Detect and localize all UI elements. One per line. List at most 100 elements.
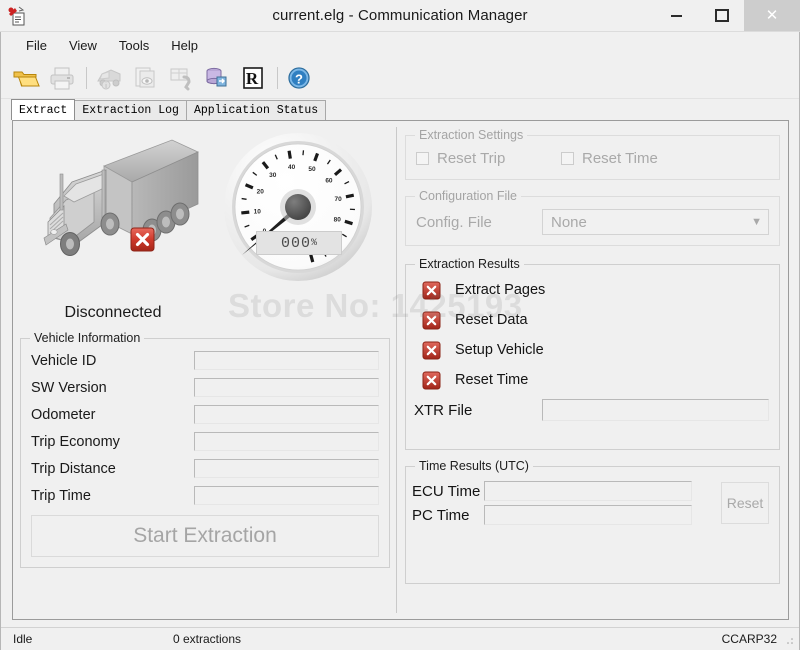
time-results-spacer <box>412 527 769 573</box>
tab-strip: Extract Extraction Log Application Statu… <box>1 99 799 120</box>
r-register-icon: R <box>239 65 267 91</box>
reset-time-result-label: Reset Time <box>455 372 528 388</box>
sw-version-field[interactable] <box>194 378 379 397</box>
chevron-down-icon: ▼ <box>751 216 762 228</box>
reset-trip-checkbox-row[interactable]: Reset Trip <box>416 150 561 167</box>
setup-vehicle-label: Setup Vehicle <box>455 342 544 358</box>
help-button[interactable]: ? <box>283 61 317 95</box>
result-row-reset-data: Reset Data <box>412 305 769 335</box>
vehicle-row-vehicle-id: Vehicle ID <box>31 347 379 374</box>
extract-pages-label: Extract Pages <box>455 282 545 298</box>
r-register-button[interactable]: R <box>236 61 270 95</box>
application-window: current.elg - Communication Manager ✕ Fi… <box>0 0 800 650</box>
right-pane: Extraction Settings Reset Trip Reset Tim… <box>397 121 788 619</box>
trip-distance-field[interactable] <box>194 459 379 478</box>
maximize-icon <box>715 9 729 22</box>
toolbar-separator-2 <box>277 67 278 89</box>
pc-time-row: PC Time <box>412 503 713 527</box>
database-transfer-icon <box>203 65 231 91</box>
tabpage-bottom-padding <box>1 620 799 627</box>
trip-economy-label: Trip Economy <box>31 434 194 450</box>
open-folder-button[interactable] <box>9 61 43 95</box>
ecu-time-label: ECU Time <box>412 483 484 500</box>
gauge-readout-value: 000 <box>281 235 311 252</box>
truck-extract-button: i <box>92 61 126 95</box>
red-x-icon <box>130 227 155 252</box>
svg-text:30: 30 <box>269 172 277 179</box>
config-file-dropdown[interactable]: None ▼ <box>542 209 769 235</box>
client-area: File View Tools Help <box>0 32 800 650</box>
vehicle-row-odometer: Odometer <box>31 401 379 428</box>
extract-pages-status-icon <box>422 281 441 300</box>
vehicle-row-trip-economy: Trip Economy <box>31 428 379 455</box>
red-x-icon <box>422 371 441 390</box>
config-file-row: Config. File None ▼ <box>416 209 769 235</box>
svg-text:40: 40 <box>288 164 296 171</box>
close-button[interactable]: ✕ <box>744 0 800 31</box>
menu-bar: File View Tools Help <box>1 32 799 58</box>
time-results-group: Time Results (UTC) ECU Time PC Time <box>405 466 780 584</box>
trip-economy-field[interactable] <box>194 432 379 451</box>
odometer-label: Odometer <box>31 407 194 423</box>
vehicle-information-title: Vehicle Information <box>30 331 144 345</box>
menu-item-view[interactable]: View <box>58 35 108 56</box>
reset-time-button[interactable]: Reset <box>721 482 769 524</box>
vehicle-information-group: Vehicle Information Vehicle ID SW Versio… <box>20 338 390 568</box>
document-preview-icon <box>131 65 159 91</box>
reset-time-checkbox-row[interactable]: Reset Time <box>561 150 658 167</box>
configure-wrench-icon <box>167 65 195 91</box>
menu-item-tools[interactable]: Tools <box>108 35 160 56</box>
svg-text:60: 60 <box>325 177 333 184</box>
configuration-file-title: Configuration File <box>415 189 521 203</box>
start-extraction-button[interactable]: Start Extraction <box>31 515 379 557</box>
setup-vehicle-status-icon <box>422 341 441 360</box>
tab-extraction-log[interactable]: Extraction Log <box>74 100 187 120</box>
extraction-results-spacer <box>412 421 769 437</box>
ecu-time-row: ECU Time <box>412 479 713 503</box>
vehicle-id-field[interactable] <box>194 351 379 370</box>
app-icon <box>6 5 28 27</box>
ecu-time-field[interactable] <box>484 481 692 501</box>
gauge-readout-unit: % <box>311 238 317 249</box>
reset-trip-checkbox[interactable] <box>416 152 429 165</box>
extraction-results-group: Extraction Results <box>405 264 780 450</box>
xtr-file-label: XTR File <box>412 402 542 419</box>
sw-version-label: SW Version <box>31 380 194 396</box>
xtr-file-field[interactable] <box>542 399 769 421</box>
vehicle-row-sw-version: SW Version <box>31 374 379 401</box>
truck-extract-icon: i <box>95 65 123 91</box>
print-icon <box>48 65 76 91</box>
svg-text:80: 80 <box>334 216 342 223</box>
maximize-button[interactable] <box>699 0 744 31</box>
reset-time-checkbox[interactable] <box>561 152 574 165</box>
resize-grip-icon[interactable] <box>783 635 795 647</box>
gauge-readout: 000% <box>256 231 342 255</box>
vehicle-row-trip-distance: Trip Distance <box>31 455 379 482</box>
trip-distance-label: Trip Distance <box>31 461 194 477</box>
configuration-file-group: Configuration File Config. File None ▼ <box>405 196 780 246</box>
result-row-extract-pages: Extract Pages <box>412 275 769 305</box>
menu-item-help[interactable]: Help <box>160 35 209 56</box>
odometer-field[interactable] <box>194 405 379 424</box>
extraction-settings-title: Extraction Settings <box>415 128 527 142</box>
result-row-setup-vehicle: Setup Vehicle <box>412 335 769 365</box>
trip-time-field[interactable] <box>194 486 379 505</box>
reset-time-status-icon <box>422 371 441 390</box>
svg-text:10: 10 <box>254 209 262 216</box>
connection-status-visual: 0102030405060708090100 000% <box>20 126 390 298</box>
extraction-settings-group: Extraction Settings Reset Trip Reset Tim… <box>405 135 780 180</box>
xtr-file-row: XTR File <box>412 399 769 421</box>
tab-extract[interactable]: Extract <box>11 99 75 120</box>
open-folder-icon <box>12 65 40 91</box>
toolbar: i <box>1 58 799 99</box>
pc-time-label: PC Time <box>412 507 484 524</box>
pc-time-field[interactable] <box>484 505 692 525</box>
tab-application-status[interactable]: Application Status <box>186 100 326 120</box>
reset-trip-label: Reset Trip <box>437 150 505 167</box>
menu-item-file[interactable]: File <box>15 35 58 56</box>
time-results-grid: ECU Time PC Time Reset <box>412 479 769 527</box>
reset-data-label: Reset Data <box>455 312 528 328</box>
minimize-button[interactable] <box>654 0 699 31</box>
red-x-icon <box>422 281 441 300</box>
database-transfer-button[interactable] <box>200 61 234 95</box>
